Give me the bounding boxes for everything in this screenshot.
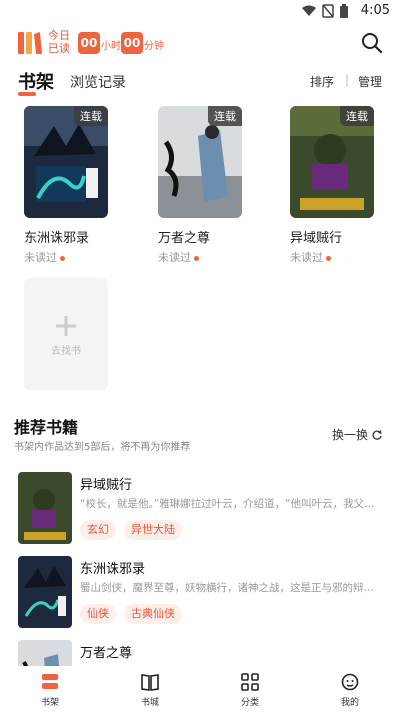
book-title: 东洲诛邪录 xyxy=(24,231,90,246)
unread-dot xyxy=(326,255,331,261)
app-logo-icon xyxy=(18,32,42,54)
unread-dot xyxy=(194,255,199,261)
status-bar: 4:05 xyxy=(0,0,400,24)
reading-today-label: 今日 已读 xyxy=(48,29,74,55)
tab-history[interactable]: 浏览记录 xyxy=(70,72,126,92)
book-read-status: 未读过 xyxy=(24,249,65,265)
recommend-book-desc: 蜀山剑侠，魔界至尊，妖物横行，诸神之战，这是正与邪的辩… xyxy=(80,582,374,594)
recommend-book-title: 万者之尊 xyxy=(80,646,133,661)
book-cover xyxy=(18,472,72,544)
read-status-text: 未读过 xyxy=(290,251,323,264)
find-books-label: 去找书 xyxy=(51,346,81,357)
tab-bookshelf[interactable]: 书架 xyxy=(18,68,54,94)
nav-category-label: 分类 xyxy=(240,698,259,708)
shelf-tabs: 书架 浏览记录 排序 | 管理 xyxy=(0,66,400,96)
search-icon[interactable] xyxy=(360,31,384,55)
shelf-book[interactable]: 连载 东洲诛邪录 未读过 xyxy=(24,106,110,266)
refresh-icon xyxy=(372,429,382,440)
shelf-book[interactable]: 连载 万者之尊 未读过 xyxy=(158,106,244,266)
recommend-item[interactable]: 异域贼行 “校长，就是他。”雅琳娜拉过叶云，介绍道，“他叫叶云，我父… 玄幻 异… xyxy=(0,472,400,552)
recommend-title: 推荐书籍 xyxy=(14,418,79,437)
cover-art-wanzhe xyxy=(18,640,72,666)
cover-art-yiyu xyxy=(18,472,72,544)
read-status-text: 未读过 xyxy=(158,251,191,264)
genre-tag[interactable]: 古典仙侠 xyxy=(124,604,182,624)
no-sim-icon xyxy=(322,4,334,18)
refresh-label: 换一换 xyxy=(331,428,368,442)
hours-unit: 小时 xyxy=(101,41,121,52)
find-books-button[interactable]: 去找书 xyxy=(24,278,108,390)
nav-shelf[interactable]: 书架 xyxy=(20,672,80,708)
hours-value: 00 xyxy=(78,32,100,54)
manage-button[interactable]: 管理 xyxy=(358,73,382,90)
cover-art-dongzhou xyxy=(18,556,72,628)
status-icons xyxy=(302,4,348,18)
book-cover: 连载 xyxy=(24,106,108,218)
reading-label-line1: 今日 xyxy=(48,29,70,42)
recommend-subtitle: 书架内作品达到5部后，将不再为你推荐 xyxy=(14,442,191,453)
nav-shelf-label: 书架 xyxy=(40,698,59,708)
book-read-status: 未读过 xyxy=(158,249,199,265)
nav-category[interactable]: 分类 xyxy=(220,672,280,708)
serial-badge: 连载 xyxy=(340,106,374,126)
recommend-item[interactable]: 万者之尊 xyxy=(0,640,400,666)
grid-icon xyxy=(241,673,259,691)
user-face-icon xyxy=(341,673,359,691)
wifi-icon xyxy=(302,5,316,16)
nav-store-label: 书城 xyxy=(140,698,159,708)
nav-store[interactable]: 书城 xyxy=(120,672,180,708)
genre-tag[interactable]: 异世大陆 xyxy=(124,520,182,540)
battery-icon xyxy=(340,4,348,18)
bottom-navigation: 书架 书城 分类 我的 xyxy=(0,666,400,712)
nav-mine-label: 我的 xyxy=(340,698,359,708)
recommend-book-title: 东洲诛邪录 xyxy=(80,562,146,577)
book-cover: 连载 xyxy=(158,106,242,218)
genre-tag[interactable]: 仙侠 xyxy=(80,604,116,624)
unread-dot xyxy=(60,255,65,261)
bookshelf-icon xyxy=(42,674,58,689)
minutes-value: 00 xyxy=(121,32,143,54)
status-time: 4:05 xyxy=(360,3,390,18)
book-cover xyxy=(18,640,72,666)
minutes-unit: 分钟 xyxy=(144,41,164,52)
genre-tag[interactable]: 玄幻 xyxy=(80,520,116,540)
recommend-book-title: 异域贼行 xyxy=(80,478,133,493)
shelf-book[interactable]: 连载 异域贼行 未读过 xyxy=(290,106,376,266)
serial-badge: 连载 xyxy=(208,106,242,126)
refresh-button[interactable]: 换一换 xyxy=(332,426,382,443)
header: 今日 已读 00 小时 00 分钟 xyxy=(0,26,400,62)
read-status-text: 未读过 xyxy=(24,251,57,264)
serial-badge: 连载 xyxy=(74,106,108,126)
reading-label-line2: 已读 xyxy=(48,42,70,55)
nav-mine[interactable]: 我的 xyxy=(320,672,380,708)
book-title: 万者之尊 xyxy=(158,231,211,246)
book-title: 异域贼行 xyxy=(290,231,343,246)
book-cover xyxy=(18,556,72,628)
divider: | xyxy=(344,73,349,87)
recommend-item[interactable]: 东洲诛邪录 蜀山剑侠，魔界至尊，妖物横行，诸神之战，这是正与邪的辩… 仙侠 古典… xyxy=(0,556,400,636)
recommend-book-desc: “校长，就是他。”雅琳娜拉过叶云，介绍道，“他叫叶云，我父… xyxy=(80,498,375,510)
tab-active-indicator xyxy=(18,92,36,96)
plus-icon xyxy=(56,316,76,336)
book-cover: 连载 xyxy=(290,106,374,218)
book-read-status: 未读过 xyxy=(290,249,331,265)
open-book-icon xyxy=(141,674,159,691)
sort-button[interactable]: 排序 xyxy=(310,73,334,90)
